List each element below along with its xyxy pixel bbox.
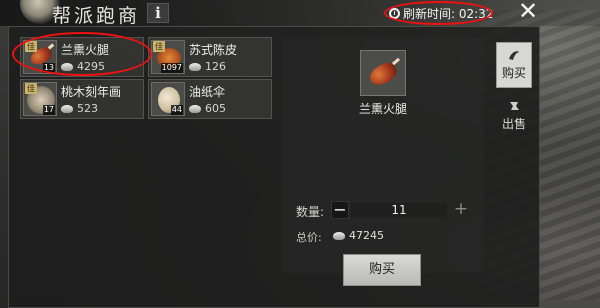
silver-icon [189, 62, 201, 71]
stock-count: 17 [42, 105, 55, 115]
selected-item-name: 兰熏火腿 [358, 102, 407, 116]
item-price: 605 [189, 102, 226, 115]
item-thumbnail: 44 [151, 82, 185, 116]
buy-button[interactable]: 购买 [343, 254, 421, 286]
stock-count: 44 [170, 105, 183, 115]
silver-icon [61, 104, 73, 113]
buy-icon [509, 51, 519, 60]
silver-icon [333, 231, 345, 240]
tab-sell-label: 出售 [501, 117, 526, 131]
highlight-oval-item [12, 32, 152, 76]
stock-count: 1097 [160, 63, 183, 73]
item-card-orange-peel[interactable]: 佳 1097 苏式陈皮 126 [148, 37, 272, 77]
highlight-oval-refresh [384, 1, 493, 25]
total-price-label: 总价: [296, 231, 322, 244]
total-price: 47245 [333, 229, 384, 242]
item-thumbnail: 佳 1097 [151, 40, 185, 74]
total-price-value: 47245 [349, 229, 384, 242]
selected-item-thumbnail [360, 50, 406, 96]
info-button[interactable]: i [147, 3, 169, 23]
quality-badge: 佳 [153, 41, 165, 52]
item-price-value: 523 [77, 102, 98, 115]
item-price: 523 [61, 102, 98, 115]
item-price: 126 [189, 60, 226, 73]
item-name: 油纸伞 [189, 85, 226, 99]
quantity-increase-button[interactable]: + [452, 201, 470, 219]
ham-bone-shape [391, 57, 401, 66]
quantity-value[interactable]: 11 [351, 203, 447, 217]
page-title: 帮派跑商 [52, 5, 141, 27]
quantity-label: 数量: [296, 205, 325, 219]
silver-icon [189, 104, 201, 113]
item-price-value: 126 [205, 60, 226, 73]
item-card-woodblock-print[interactable]: 佳 17 桃木刻年画 523 [20, 79, 144, 119]
quantity-decrease-button[interactable]: − [331, 201, 349, 219]
item-name: 桃木刻年画 [61, 85, 122, 99]
item-thumbnail: 佳 17 [23, 82, 57, 116]
quality-badge: 佳 [25, 83, 37, 94]
tab-buy-label: 购买 [501, 66, 526, 80]
close-button[interactable]: ✕ [514, 0, 542, 25]
item-card-paper-umbrella[interactable]: 44 油纸伞 605 [148, 79, 272, 119]
item-price-value: 605 [205, 102, 226, 115]
sell-icon [510, 102, 519, 110]
tab-sell[interactable]: 出售 [496, 94, 532, 140]
tab-buy[interactable]: 购买 [496, 42, 532, 88]
item-name: 苏式陈皮 [189, 43, 238, 57]
